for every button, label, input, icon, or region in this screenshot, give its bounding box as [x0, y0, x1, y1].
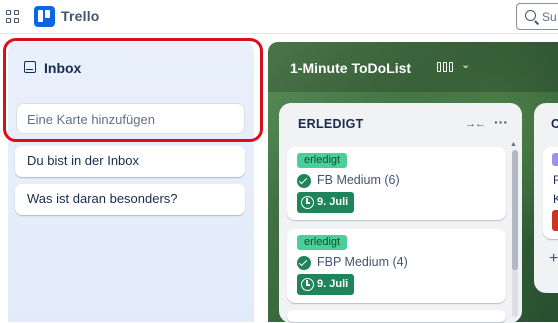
due-date: 9. Juli [317, 196, 349, 208]
board-title[interactable]: 1-Minute ToDoList [290, 60, 411, 76]
list-title[interactable]: C [551, 117, 558, 131]
more-options-icon[interactable]: ··· [494, 114, 508, 130]
highlight-annotation [3, 38, 263, 142]
task-card[interactable] [287, 310, 506, 322]
due-date-badge[interactable] [552, 210, 558, 231]
inbox-card[interactable]: Du bist in der Inbox [15, 146, 245, 177]
card-title: K [553, 192, 558, 206]
inbox-card[interactable]: Was ist daran besonders? [15, 184, 245, 215]
due-date: 9. Juli [317, 278, 349, 290]
check-icon [297, 174, 311, 188]
task-card[interactable]: erledigt FB Medium (6) 9. Juli [287, 147, 506, 220]
search-input[interactable]: Su [516, 3, 558, 30]
due-date-badge[interactable]: 9. Juli [297, 192, 355, 213]
top-bar: Trello Su [0, 0, 558, 34]
apps-grid-icon[interactable] [6, 10, 20, 24]
card-title: FB Medium (6) [317, 173, 400, 187]
add-card-icon[interactable]: + [549, 250, 558, 268]
search-icon [525, 10, 536, 21]
search-placeholder: Su [542, 10, 557, 24]
check-icon [297, 256, 311, 270]
card-label: erledigt [297, 235, 348, 250]
clock-icon [301, 196, 314, 209]
scrollbar-thumb[interactable] [512, 150, 518, 270]
list-title[interactable]: ERLEDIGT [298, 117, 364, 131]
trello-logo-icon[interactable] [34, 6, 55, 27]
chevron-down-icon[interactable]: ⌄ [461, 58, 470, 71]
card-title: FBP Medium (4) [317, 255, 408, 269]
collapse-list-icon[interactable]: →← [465, 118, 486, 130]
scroll-up-icon[interactable]: ▲ [510, 141, 517, 148]
clock-icon [301, 278, 314, 291]
board-view-icon[interactable] [437, 62, 454, 72]
task-card[interactable]: erledigt FBP Medium (4) 9. Juli [287, 229, 506, 303]
card-label [552, 153, 558, 166]
card-title: F [553, 173, 558, 187]
due-date-badge[interactable]: 9. Juli [297, 274, 355, 295]
card-label: erledigt [297, 153, 348, 168]
app-name[interactable]: Trello [61, 8, 100, 24]
